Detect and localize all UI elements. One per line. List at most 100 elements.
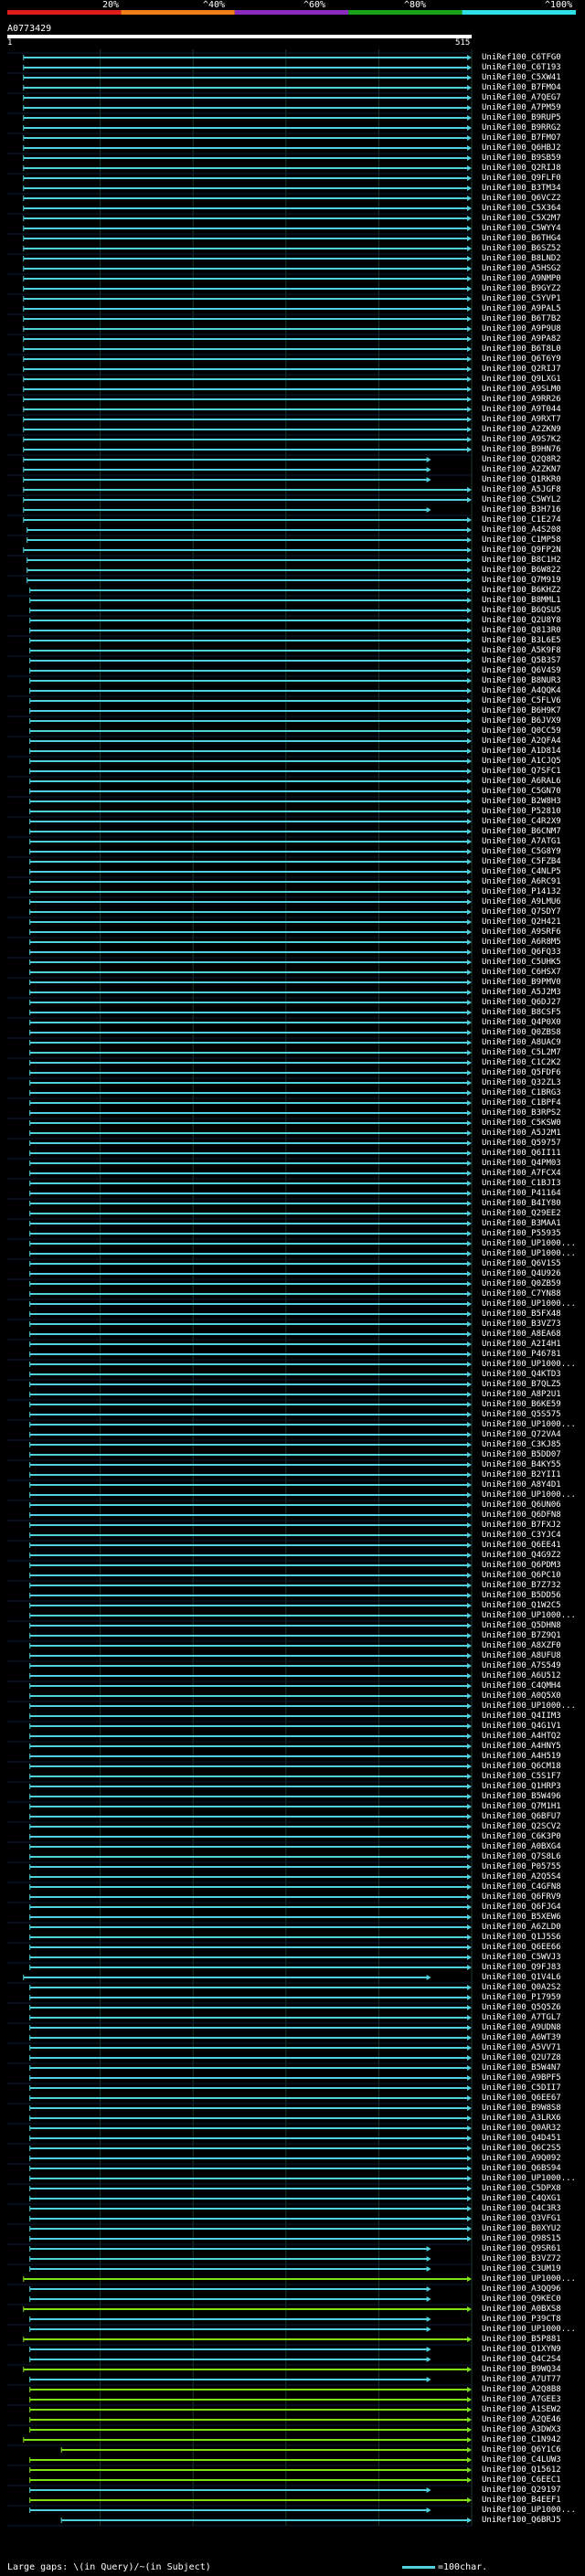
hit-label[interactable]: UniRef100_B5DD07 [482,1450,561,1460]
hit-label[interactable]: UniRef100_A2Q8B8 [482,2385,561,2395]
hit-label[interactable]: UniRef100_A9NMP0 [482,274,561,284]
hit-label[interactable]: UniRef100_A9Q092 [482,2154,561,2164]
hit-label[interactable]: UniRef100_B3VZ72 [482,2254,561,2264]
hit-label[interactable]: UniRef100_A4HNY5 [482,1742,561,1752]
hit-label[interactable]: UniRef100_A6RC91 [482,877,561,887]
hit-label[interactable]: UniRef100_A0Q5X0 [482,1691,561,1701]
hit-label[interactable]: UniRef100_UP1000... [482,1701,576,1712]
hit-label[interactable]: UniRef100_Q2U7Z8 [482,2053,561,2063]
hit-label[interactable]: UniRef100_B8CSF5 [482,1008,561,1018]
hit-label[interactable]: UniRef100_Q3VFG1 [482,2214,561,2224]
hit-label[interactable]: UniRef100_C5G8Y9 [482,847,561,857]
hit-label[interactable]: UniRef100_P55935 [482,1229,561,1239]
hit-label[interactable]: UniRef100_Q4G9Z2 [482,1551,561,1561]
hit-label[interactable]: UniRef100_Q5Q5Z6 [482,2003,561,2013]
hit-label[interactable]: UniRef100_UP1000... [482,2174,576,2184]
hit-label[interactable]: UniRef100_B3MAA1 [482,1219,561,1229]
hit-label[interactable]: UniRef100_Q6FJG4 [482,1903,561,1913]
hit-label[interactable]: UniRef100_A7ATG1 [482,837,561,847]
hit-label[interactable]: UniRef100_Q4KTD3 [482,1370,561,1380]
hit-label[interactable]: UniRef100_Q9FP2N [482,546,561,556]
hit-label[interactable]: UniRef100_UP1000... [482,1490,576,1500]
hit-label[interactable]: UniRef100_Q7M1H1 [482,1802,561,1812]
hit-label[interactable]: UniRef100_A4S208 [482,525,561,535]
hit-label[interactable]: UniRef100_P52810 [482,807,561,817]
hit-label[interactable]: UniRef100_A3LRX6 [482,2114,561,2124]
hit-label[interactable]: UniRef100_Q6DFN8 [482,1511,561,1521]
hit-label[interactable]: UniRef100_Q4IIM3 [482,1712,561,1722]
hit-label[interactable]: UniRef100_A7PM59 [482,103,561,113]
hit-label[interactable]: UniRef100_B9PMV0 [482,978,561,988]
hit-label[interactable]: UniRef100_Q29EE2 [482,1209,561,1219]
hit-label[interactable]: UniRef100_P17959 [482,1993,561,2003]
hit-label[interactable]: UniRef100_A7UT77 [482,2375,561,2385]
hit-label[interactable]: UniRef100_Q813R0 [482,626,561,636]
hit-label[interactable]: UniRef100_B4IY80 [482,1199,561,1209]
hit-label[interactable]: UniRef100_P39CT8 [482,2315,561,2325]
hit-label[interactable]: UniRef100_Q6FQ33 [482,948,561,958]
hit-label[interactable]: UniRef100_B6T7B2 [482,314,561,324]
hit-label[interactable]: UniRef100_B9GYZ2 [482,284,561,294]
hit-label[interactable]: UniRef100_B9SB59 [482,154,561,164]
hit-label[interactable]: UniRef100_UP1000... [482,1299,576,1309]
hit-label[interactable]: UniRef100_Q7SFC1 [482,767,561,777]
hit-label[interactable]: UniRef100_C1BRG3 [482,1088,561,1098]
hit-label[interactable]: UniRef100_C6T193 [482,63,561,73]
hit-label[interactable]: UniRef100_B5XEW6 [482,1913,561,1923]
hit-label[interactable]: UniRef100_A2I4H1 [482,1340,561,1350]
hit-label[interactable]: UniRef100_Q2Q8R2 [482,455,561,465]
hit-label[interactable]: UniRef100_B9HN76 [482,445,561,455]
hit-label[interactable]: UniRef100_Q6BRJ5 [482,2516,561,2526]
hit-label[interactable]: UniRef100_UP1000... [482,2325,576,2335]
hit-label[interactable]: UniRef100_C6HSX7 [482,968,561,978]
hit-label[interactable]: UniRef100_C1MP58 [482,535,561,546]
hit-label[interactable]: UniRef100_B8C1H2 [482,556,561,566]
hit-label[interactable]: UniRef100_P41164 [482,1189,561,1199]
hit-label[interactable]: UniRef100_A9PAL5 [482,304,561,314]
hit-label[interactable]: UniRef100_Q6C2S5 [482,2144,561,2154]
hit-label[interactable]: UniRef100_Q7S8L6 [482,1852,561,1862]
hit-label[interactable]: UniRef100_A9BPF5 [482,2073,561,2083]
hit-label[interactable]: UniRef100_A9S7K2 [482,435,561,445]
hit-label[interactable]: UniRef100_C7YN88 [482,1289,561,1299]
hit-label[interactable]: UniRef100_A0BXG4 [482,1842,561,1852]
hit-label[interactable]: UniRef100_Q9FLF0 [482,174,561,184]
hit-label[interactable]: UniRef100_B9WQ34 [482,2365,561,2375]
hit-label[interactable]: UniRef100_Q6VCZ2 [482,194,561,204]
hit-label[interactable]: UniRef100_C6TFG0 [482,53,561,63]
hit-label[interactable]: UniRef100_B3L6E5 [482,636,561,646]
hit-label[interactable]: UniRef100_Q29197 [482,2486,561,2496]
hit-label[interactable]: UniRef100_UP1000... [482,1360,576,1370]
hit-label[interactable]: UniRef100_C3KJ85 [482,1440,561,1450]
hit-label[interactable]: UniRef100_B7Z9Q1 [482,1631,561,1641]
hit-label[interactable]: UniRef100_Q6EE67 [482,2094,561,2104]
hit-label[interactable]: UniRef100_A8UAC9 [482,1038,561,1048]
hit-label[interactable]: UniRef100_C5UHK5 [482,958,561,968]
hit-label[interactable]: UniRef100_C5S1F7 [482,1772,561,1782]
hit-label[interactable]: UniRef100_A2ZKN7 [482,465,561,475]
hit-label[interactable]: UniRef100_Q6V1S5 [482,1259,561,1269]
hit-label[interactable]: UniRef100_A2QFA4 [482,737,561,747]
hit-label[interactable]: UniRef100_A9SLM0 [482,385,561,395]
hit-label[interactable]: UniRef100_B6THG4 [482,234,561,244]
hit-label[interactable]: UniRef100_UP1000... [482,1420,576,1430]
hit-label[interactable]: UniRef100_B5DD56 [482,1591,561,1601]
hit-label[interactable]: UniRef100_A4H519 [482,1752,561,1762]
hit-label[interactable]: UniRef100_B5W4N7 [482,2063,561,2073]
hit-label[interactable]: UniRef100_C5X2M7 [482,214,561,224]
hit-label[interactable]: UniRef100_C6EEC1 [482,2475,561,2486]
hit-label[interactable]: UniRef100_A5K9F8 [482,646,561,656]
hit-label[interactable]: UniRef100_C3UM19 [482,2264,561,2274]
hit-label[interactable]: UniRef100_A0BXS8 [482,2305,561,2315]
hit-label[interactable]: UniRef100_B6W822 [482,566,561,576]
hit-label[interactable]: UniRef100_A8EA68 [482,1330,561,1340]
hit-label[interactable]: UniRef100_C5KSW0 [482,1118,561,1129]
hit-label[interactable]: UniRef100_A6RAL6 [482,777,561,787]
hit-label[interactable]: UniRef100_Q7M919 [482,576,561,586]
hit-label[interactable]: UniRef100_A2Q5S4 [482,1872,561,1882]
hit-label[interactable]: UniRef100_B3H716 [482,505,561,515]
hit-label[interactable]: UniRef100_B6H9K7 [482,706,561,716]
hit-label[interactable]: UniRef100_C5WVJ3 [482,1953,561,1963]
hit-label[interactable]: UniRef100_A6ZLD0 [482,1923,561,1933]
hit-label[interactable]: UniRef100_Q7SDY7 [482,907,561,917]
